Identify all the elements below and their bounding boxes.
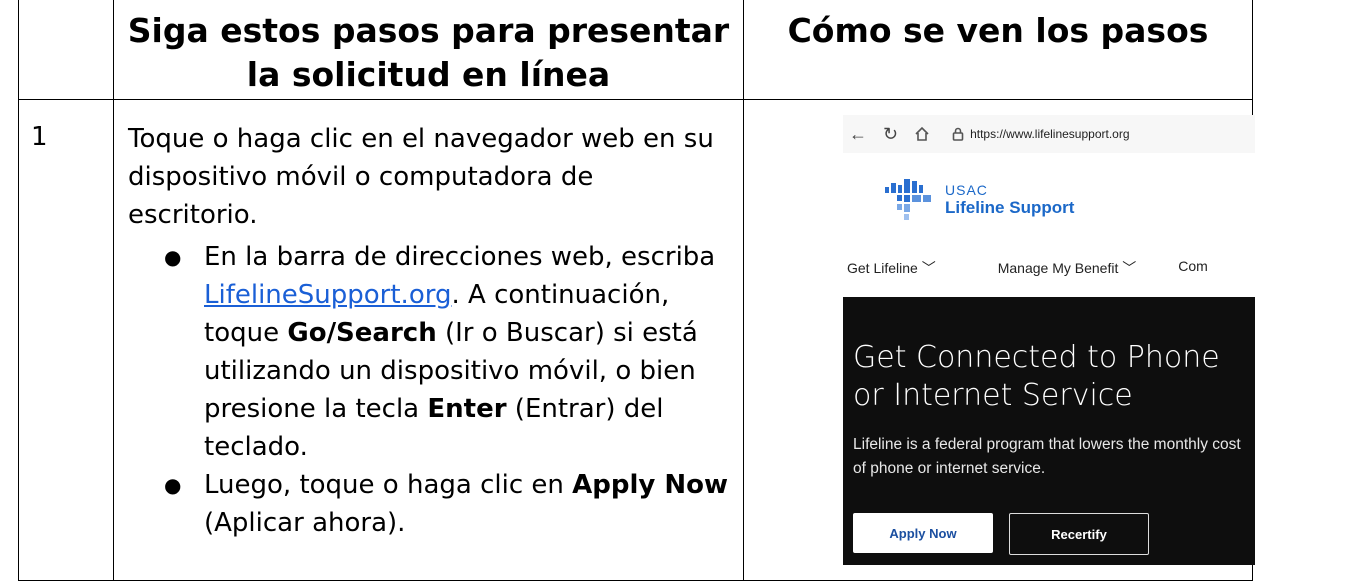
lifelinesupport-link[interactable]: LifelineSupport.org bbox=[204, 280, 451, 310]
browser-screenshot: ← ↻ https://www.lifelinesupport.org USAC… bbox=[843, 115, 1255, 565]
step-intro: Toque o haga clic en el navegador web en… bbox=[128, 124, 714, 230]
bullet-icon: ● bbox=[164, 245, 182, 269]
go-search-term: Go/Search bbox=[287, 318, 437, 348]
home-icon bbox=[915, 126, 929, 141]
header-steps: Siga estos pasos para presentar la solic… bbox=[113, 0, 744, 100]
step-screenshot-cell: ← ↻ https://www.lifelinesupport.org USAC… bbox=[743, 99, 1255, 581]
logo-text: USAC Lifeline Support bbox=[945, 182, 1074, 218]
hero-title: Get Connected to Phone or Internet Servic… bbox=[853, 340, 1220, 413]
header-how-it-looks: Cómo se ven los pasos bbox=[743, 0, 1253, 100]
bullet1-text-a: En la barra de direcciones web, escriba bbox=[204, 242, 716, 272]
lock-icon bbox=[952, 127, 964, 141]
url-text: https://www.lifelinesupport.org bbox=[970, 127, 1130, 141]
logo-name: Lifeline Support bbox=[945, 198, 1075, 217]
lifeline-logo: USAC Lifeline Support bbox=[883, 173, 1074, 227]
chevron-down-icon: ﹀ bbox=[921, 260, 936, 276]
back-arrow-icon: ← bbox=[849, 123, 867, 144]
table-row: 1 Toque o haga clic en el navegador web … bbox=[18, 99, 1255, 581]
table-header-row: Siga estos pasos para presentar la solic… bbox=[18, 0, 1253, 100]
browser-toolbar: ← ↻ https://www.lifelinesupport.org bbox=[843, 115, 1255, 153]
list-item: ● Luego, toque o haga clic en Apply Now … bbox=[164, 466, 729, 542]
step-instructions: Toque o haga clic en el navegador web en… bbox=[113, 99, 744, 581]
bullet-icon: ● bbox=[164, 473, 182, 497]
header-number-cell bbox=[18, 0, 114, 100]
hero-text: Lifeline is a federal program that lower… bbox=[853, 436, 1241, 477]
apply-now-term: Apply Now bbox=[572, 470, 729, 500]
step-bullet-list: ● En la barra de direcciones web, escrib… bbox=[128, 238, 729, 542]
apply-now-button[interactable]: Apply Now bbox=[853, 513, 993, 553]
nav-item-get-lifeline[interactable]: Get Lifeline ﹀ bbox=[847, 258, 936, 278]
refresh-icon: ↻ bbox=[883, 123, 899, 144]
chevron-down-icon: ﹀ bbox=[1122, 260, 1137, 276]
bullet2-text-b: (Aplicar ahora). bbox=[204, 508, 406, 538]
lifeline-site: USAC Lifeline Support Get Lifeline ﹀ Man… bbox=[843, 153, 1255, 565]
step-number: 1 bbox=[18, 99, 114, 581]
recertify-button[interactable]: Recertify bbox=[1009, 513, 1149, 555]
hero-banner: Get Connected to Phone or Internet Servic… bbox=[843, 297, 1255, 565]
logo-org: USAC bbox=[945, 182, 988, 198]
address-bar: https://www.lifelinesupport.org bbox=[952, 127, 1130, 141]
bullet2-text-a: Luego, toque o haga clic en bbox=[204, 470, 573, 500]
steps-table: Siga estos pasos para presentar la solic… bbox=[18, 0, 1255, 581]
site-nav: Get Lifeline ﹀ Manage My Benefit ﹀ Com bbox=[843, 258, 1255, 278]
nav-item-contact[interactable]: Com bbox=[1178, 258, 1208, 278]
enter-term: Enter bbox=[427, 394, 507, 424]
nav-item-manage-benefit[interactable]: Manage My Benefit ﹀ bbox=[998, 258, 1137, 278]
usac-logo-icon bbox=[885, 179, 931, 220]
list-item: ● En la barra de direcciones web, escrib… bbox=[164, 238, 729, 466]
